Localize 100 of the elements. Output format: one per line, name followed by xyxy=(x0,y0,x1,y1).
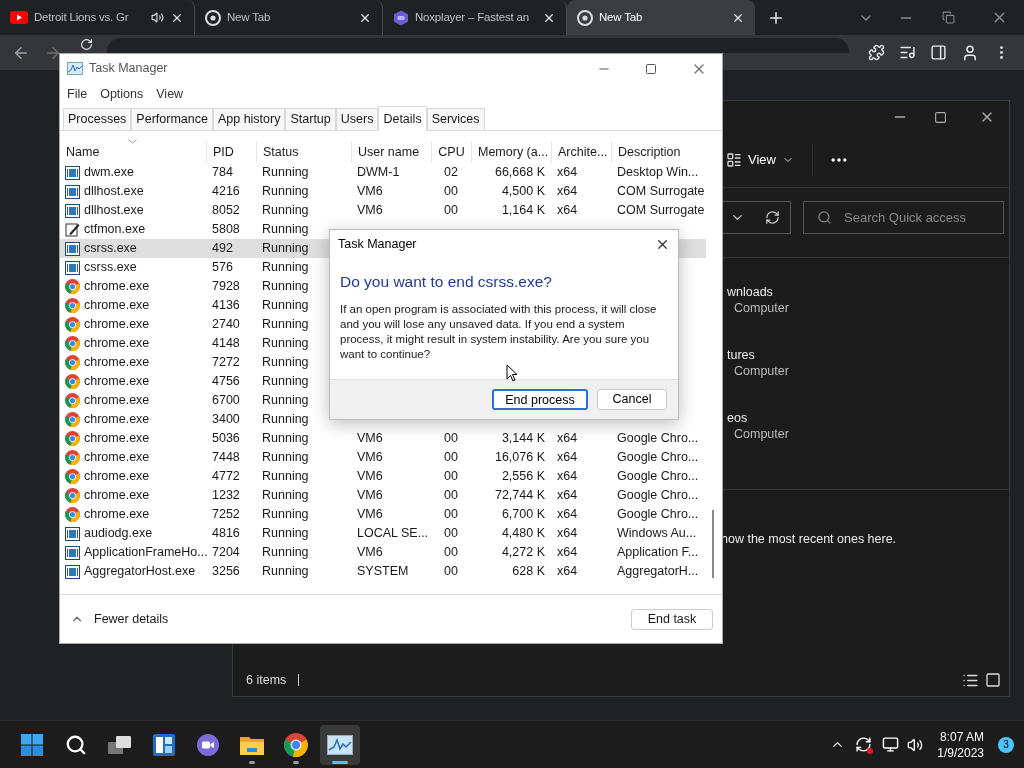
table-cell-text: x64 xyxy=(557,525,578,543)
table-cell-text: dllhost.exe xyxy=(84,202,144,220)
item-location: Computer xyxy=(733,363,790,379)
table-cell-text: Running xyxy=(262,221,309,239)
table-cell-text: 72,744 K xyxy=(494,487,545,505)
table-cell-text: VM6 xyxy=(357,449,383,467)
dialog-heading: Do you want to end csrss.exe? xyxy=(340,272,553,292)
table-cell-text: Google Chro... xyxy=(617,487,699,505)
table-cell-text: 4,500 K xyxy=(501,183,545,201)
table-cell-text: 4,480 K xyxy=(501,525,545,543)
table-cell-text: 576 xyxy=(212,259,233,277)
table-cell-text: Google Chro... xyxy=(617,449,699,467)
table-cell-text: 8052 xyxy=(212,202,240,220)
table-cell-text: chrome.exe xyxy=(84,487,150,505)
table-cell-text: 02 xyxy=(444,164,458,182)
table-cell-text: ApplicationFrameHo... xyxy=(84,544,208,562)
table-cell-text: 4816 xyxy=(212,525,240,543)
table-cell-text: dwm.exe xyxy=(84,164,135,182)
table-cell-text: Running xyxy=(262,563,309,581)
table-cell-text: Running xyxy=(262,240,309,258)
table-cell-text: x64 xyxy=(557,506,578,524)
table-cell-text: 784 xyxy=(212,164,233,182)
table-cell-text: x64 xyxy=(557,202,578,220)
tab-title: Detroit Lions vs. Gr xyxy=(34,9,130,25)
table-cell-text: 7928 xyxy=(212,278,240,296)
window-title: Task Manager xyxy=(89,60,168,78)
table-cell-text: chrome.exe xyxy=(84,354,150,372)
table-cell-text: VM6 xyxy=(357,506,383,524)
table-cell-text: x64 xyxy=(557,183,578,201)
table-cell-text: Running xyxy=(262,544,309,562)
table-cell-text: Running xyxy=(262,278,309,296)
tab-title: New Tab xyxy=(599,9,644,25)
table-cell-text: Running xyxy=(262,183,309,201)
item-name: tures xyxy=(727,347,756,363)
table-cell-text: Running xyxy=(262,411,309,429)
table-cell-text: Running xyxy=(262,430,309,448)
table-cell-text: AggregatorHost.exe xyxy=(84,563,196,581)
table-cell-text: x64 xyxy=(557,164,578,182)
table-cell-text: Google Chro... xyxy=(617,430,699,448)
table-cell-text: 4756 xyxy=(212,373,240,391)
table-cell-text: chrome.exe xyxy=(84,335,150,353)
table-cell-text: chrome.exe xyxy=(84,278,150,296)
table-cell-text: 1,164 K xyxy=(501,202,545,220)
table-cell-text: csrss.exe xyxy=(84,259,137,277)
table-cell-text: 4216 xyxy=(212,183,240,201)
table-cell-text: AggregatorH... xyxy=(617,563,699,581)
table-cell-text: Running xyxy=(262,506,309,524)
table-cell-text: 00 xyxy=(444,449,458,467)
table-cell-text: Running xyxy=(262,373,309,391)
table-cell-text: 4,272 K xyxy=(501,544,545,562)
table-cell-text: x64 xyxy=(557,468,578,486)
table-cell-text: 7252 xyxy=(212,506,240,524)
table-cell-text: Running xyxy=(262,468,309,486)
table-cell-text: 00 xyxy=(444,506,458,524)
table-cell-text: chrome.exe xyxy=(84,411,150,429)
table-cell-text: Running xyxy=(262,297,309,315)
table-cell-text: VM6 xyxy=(357,468,383,486)
table-cell-text: VM6 xyxy=(357,183,383,201)
table-cell-text: chrome.exe xyxy=(84,430,150,448)
table-cell-text: ctfmon.exe xyxy=(84,221,146,239)
table-cell-text: dllhost.exe xyxy=(84,183,144,201)
table-cell-text: 00 xyxy=(444,468,458,486)
table-cell-text: 3,144 K xyxy=(501,430,545,448)
item-count: 6 items xyxy=(246,671,287,689)
table-cell-text: x64 xyxy=(557,563,578,581)
item-location: Computer xyxy=(733,426,790,442)
table-cell-text: Running xyxy=(262,392,309,410)
table-cell-text: chrome.exe xyxy=(84,506,150,524)
table-cell-text: COM Surrogate xyxy=(617,183,705,201)
table-cell-text: 00 xyxy=(444,202,458,220)
table-cell-text: LOCAL SE... xyxy=(357,525,429,543)
table-cell-text: Google Chro... xyxy=(617,468,699,486)
table-cell-text: 3256 xyxy=(212,563,240,581)
table-cell-text: 7448 xyxy=(212,449,240,467)
table-cell-text: Running xyxy=(262,487,309,505)
table-cell-text: 6700 xyxy=(212,392,240,410)
table-cell-text: csrss.exe xyxy=(84,240,137,258)
table-cell-text: Running xyxy=(262,259,309,277)
table-cell-text: 00 xyxy=(444,183,458,201)
table-cell-text: DWM-1 xyxy=(357,164,400,182)
table-cell-text: 2740 xyxy=(212,316,240,334)
table-cell-text: x64 xyxy=(557,430,578,448)
item-name: wnloads xyxy=(727,284,774,300)
table-cell-text: 4772 xyxy=(212,468,240,486)
table-cell-text: 4136 xyxy=(212,297,240,315)
tab-title: New Tab xyxy=(227,9,272,25)
dialog-message: If an open program is associated with this process, it will close and you will lose any unsaved data. If you end a system process, it might result in system instability. Are you sure you want to continue? xyxy=(340,302,658,362)
table-cell-text: 6,700 K xyxy=(501,506,545,524)
table-cell-text: chrome.exe xyxy=(84,392,150,410)
table-cell-text: Running xyxy=(262,164,309,182)
table-cell-text: chrome.exe xyxy=(84,449,150,467)
table-cell-text: Running xyxy=(262,449,309,467)
table-cell-text: 16,076 K xyxy=(494,449,545,467)
dialog-title: Task Manager xyxy=(338,235,417,253)
table-cell-text: chrome.exe xyxy=(84,468,150,486)
table-cell-text: 5036 xyxy=(212,430,240,448)
table-cell-text: 2,556 K xyxy=(501,468,545,486)
table-cell-text: Running xyxy=(262,335,309,353)
table-cell-text: 00 xyxy=(444,487,458,505)
table-cell-text: audiodg.exe xyxy=(84,525,153,543)
